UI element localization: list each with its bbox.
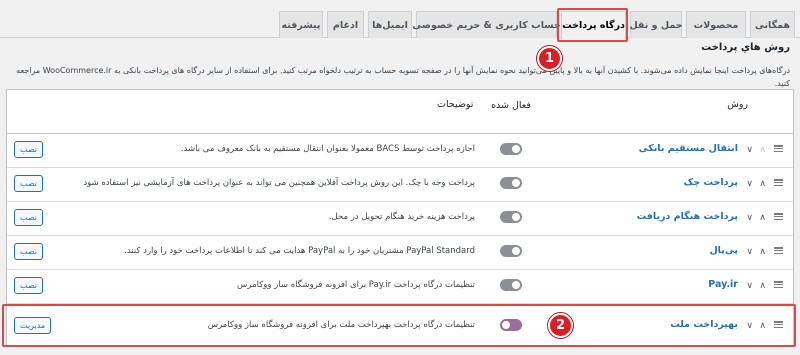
- drag-handle-icon[interactable]: [774, 213, 783, 220]
- method-name-link[interactable]: انتقال مستقیم بانکی: [639, 143, 738, 154]
- annotation-badge-1: 1: [537, 46, 562, 71]
- method-description: تنظیمات درگاه پرداخت بهپرداخت ملت برای ا…: [207, 320, 475, 330]
- tab-shipping[interactable]: حمل و نقل: [629, 11, 683, 38]
- manage-button[interactable]: مدیریت: [14, 317, 52, 334]
- enabled-toggle[interactable]: [500, 319, 522, 331]
- table-row: ∧ ∨ Pay.ir تنظیمات درگاه پرداخت Pay.ir ب…: [7, 270, 793, 304]
- install-button[interactable]: نصب: [14, 277, 44, 294]
- drag-handle-icon[interactable]: [774, 281, 783, 288]
- table-row: ∧ ∨ انتقال مستقیم بانکی اجازه پرداخت توس…: [7, 134, 793, 168]
- table-row: ∧ ∨ بهپرداخت ملت تنظیمات درگاه پرداخت به…: [7, 310, 793, 344]
- method-description: PayPal Standard مشتریان خود را به PayPal…: [124, 246, 475, 256]
- enabled-toggle[interactable]: [500, 211, 522, 223]
- move-down-icon[interactable]: ∨: [746, 146, 753, 155]
- method-description: پرداخت هزینه خرید هنگام تحویل در محل.: [328, 212, 475, 222]
- method-description: اجازه پرداخت توسط BACS معمولا بعنوان انت…: [180, 144, 475, 154]
- move-down-icon[interactable]: ∨: [746, 248, 753, 257]
- move-up-icon[interactable]: ∧: [759, 180, 766, 189]
- section-description: درگاه‌های پرداخت اینجا نمایش داده می‌شون…: [16, 66, 790, 88]
- column-header-description: توضیحات: [437, 99, 474, 110]
- tab-emails[interactable]: ایمیل‌ها: [368, 11, 412, 38]
- enabled-toggle[interactable]: [500, 143, 522, 155]
- install-button[interactable]: نصب: [14, 209, 44, 226]
- method-description: تنظیمات درگاه پرداخت Pay.ir برای افزونه …: [237, 280, 475, 290]
- table-header: روش فعال شده توضیحات: [7, 90, 793, 134]
- drag-handle-icon[interactable]: [774, 247, 783, 254]
- drag-handle-icon[interactable]: [774, 145, 783, 152]
- enabled-toggle[interactable]: [500, 177, 522, 189]
- move-up-icon[interactable]: ∧: [759, 322, 766, 331]
- move-up-icon[interactable]: ∧: [759, 282, 766, 291]
- drag-handle-icon[interactable]: [774, 321, 783, 328]
- move-down-icon[interactable]: ∨: [746, 322, 753, 331]
- column-header-enabled: فعال شده: [491, 100, 531, 111]
- method-name-link[interactable]: پرداخت چک: [684, 177, 738, 188]
- tab-payments[interactable]: درگاه پرداخت: [561, 11, 626, 39]
- method-name-link[interactable]: Pay.ir: [708, 279, 738, 290]
- move-up-icon[interactable]: ∧: [759, 146, 766, 155]
- install-button[interactable]: نصب: [14, 141, 44, 158]
- method-description: پرداخت وجه با چک. این روش پرداخت آفلاین …: [83, 178, 475, 188]
- move-down-icon[interactable]: ∨: [746, 282, 753, 291]
- enabled-toggle[interactable]: [500, 279, 522, 291]
- table-row: ∧ ∨ پی‌پال PayPal Standard مشتریان خود ر…: [7, 236, 793, 270]
- tab-products[interactable]: محصولات: [686, 11, 746, 38]
- drag-handle-icon[interactable]: [774, 179, 783, 186]
- annotation-badge-2: 2: [548, 313, 573, 338]
- tab-integration[interactable]: ادغام: [327, 11, 364, 38]
- install-button[interactable]: نصب: [14, 243, 44, 260]
- method-name-link[interactable]: بهپرداخت ملت: [670, 319, 738, 330]
- method-name-link[interactable]: پی‌پال: [709, 245, 738, 256]
- table-row: ∧ ∨ پرداخت چک پرداخت وجه با چک. این روش …: [7, 168, 793, 202]
- payment-methods-table: روش فعال شده توضیحات ∧ ∨ انتقال مستقیم ب…: [6, 89, 794, 347]
- move-up-icon[interactable]: ∧: [759, 248, 766, 257]
- enabled-toggle[interactable]: [500, 245, 522, 257]
- settings-tabs: همگانی محصولات حمل و نقل درگاه پرداخت حس…: [0, 0, 800, 39]
- column-header-method: روش: [727, 99, 748, 110]
- tab-general[interactable]: همگانی: [750, 11, 795, 38]
- install-button[interactable]: نصب: [14, 175, 44, 192]
- section-title: روش هاي پرداخت: [701, 42, 790, 53]
- move-up-icon[interactable]: ∧: [759, 214, 766, 223]
- table-row: ∧ ∨ پرداخت هنگام دریافت پرداخت هزینه خری…: [7, 202, 793, 236]
- move-down-icon[interactable]: ∨: [746, 180, 753, 189]
- tab-accounts-privacy[interactable]: حساب کاربری & حریم خصوصی: [412, 11, 561, 38]
- method-name-link[interactable]: پرداخت هنگام دریافت: [637, 211, 738, 222]
- move-down-icon[interactable]: ∨: [746, 214, 753, 223]
- tab-advanced[interactable]: پیشرفته: [279, 11, 323, 38]
